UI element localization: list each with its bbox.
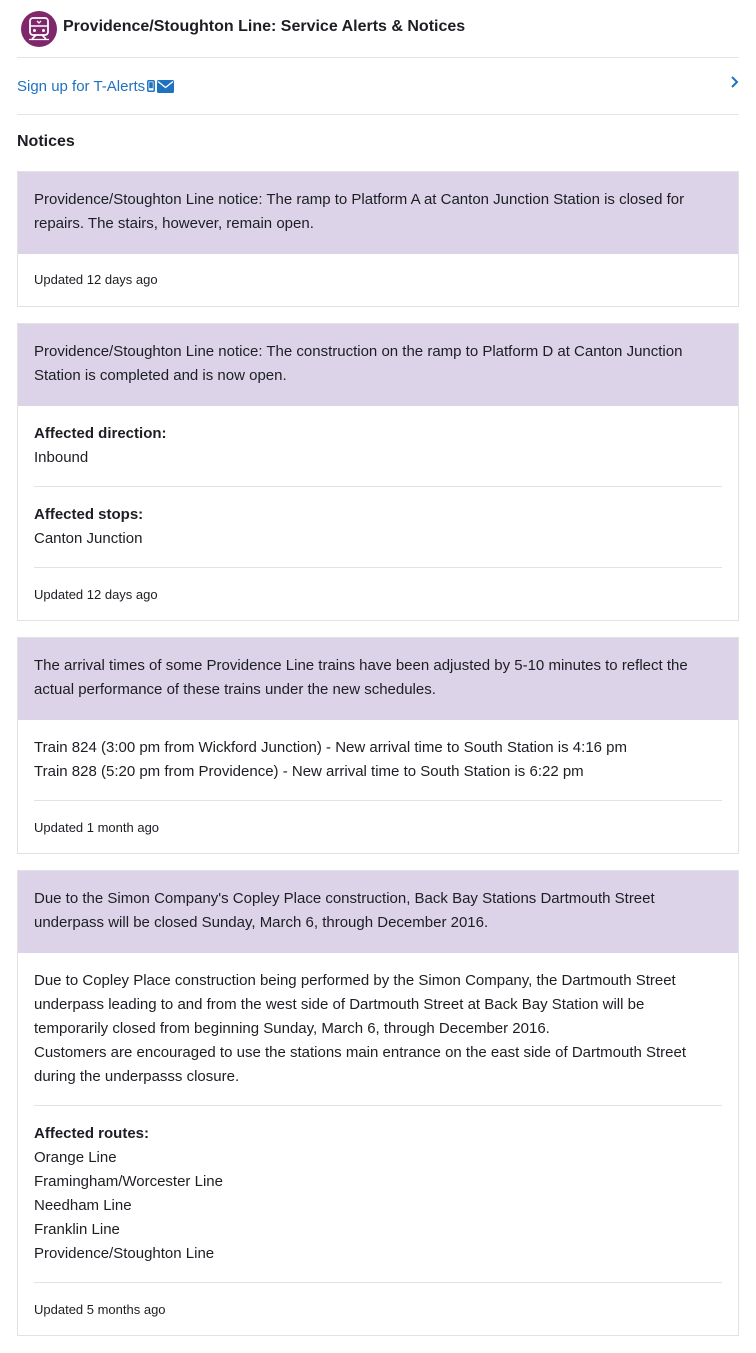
notice-header: Providence/Stoughton Line notice: The co… xyxy=(18,324,738,406)
notice-updated: Updated 1 month ago xyxy=(34,820,160,835)
alerts-card: Providence/Stoughton Line: Service Alert… xyxy=(0,0,756,1353)
affected-route: Providence/Stoughton Line xyxy=(34,1245,215,1262)
notice-header: The arrival times of some Providence Lin… xyxy=(18,638,738,720)
affected-routes-section: Affected routes: Orange Line Framingham/… xyxy=(34,1106,722,1283)
notice-item: Providence/Stoughton Line notice: The ra… xyxy=(17,171,739,307)
mobile-phone-icon xyxy=(147,80,156,92)
affected-stops-section: Affected stops: Canton Junction xyxy=(34,487,722,568)
affected-direction-value: Inbound xyxy=(34,449,89,466)
notice-description: Customers are encouraged to use the stat… xyxy=(34,1044,687,1085)
notice-updated: Updated 12 days ago xyxy=(34,272,158,287)
notice-item: Providence/Stoughton Line notice: The co… xyxy=(17,323,739,621)
notice-header: Providence/Stoughton Line notice: The ra… xyxy=(18,172,738,254)
notice-title: Providence/Stoughton Line notice: The co… xyxy=(34,343,683,384)
notice-updated: Updated 5 months ago xyxy=(34,1302,166,1317)
notice-details-section: Train 824 (3:00 pm from Wickford Junctio… xyxy=(34,720,722,801)
affected-route: Framingham/Worcester Line xyxy=(34,1173,223,1190)
affected-route: Needham Line xyxy=(34,1197,132,1214)
notice-detail-line: Train 824 (3:00 pm from Wickford Junctio… xyxy=(34,739,628,756)
notice-updated: Updated 12 days ago xyxy=(34,587,158,602)
notices-heading: Notices xyxy=(17,133,75,150)
notice-item: Due to the Simon Company's Copley Place … xyxy=(17,870,739,1336)
affected-route: Franklin Line xyxy=(34,1221,120,1238)
notice-description: Due to Copley Place construction being p… xyxy=(34,972,676,1037)
notice-title: The arrival times of some Providence Lin… xyxy=(34,657,688,698)
talerts-signup-link[interactable]: Sign up for T-Alerts xyxy=(17,58,739,115)
page-title: Providence/Stoughton Line: Service Alert… xyxy=(63,17,466,35)
affected-route: Orange Line xyxy=(34,1149,117,1166)
notice-title: Due to the Simon Company's Copley Place … xyxy=(34,890,655,931)
notice-header: Due to the Simon Company's Copley Place … xyxy=(18,871,738,953)
affected-routes-label: Affected routes: xyxy=(34,1125,150,1142)
chevron-right-icon xyxy=(730,75,739,94)
talerts-signup-label: Sign up for T-Alerts xyxy=(17,77,146,95)
affected-stops-label: Affected stops: xyxy=(34,506,144,523)
affected-direction-section: Affected direction: Inbound xyxy=(34,406,722,487)
affected-direction-label: Affected direction: xyxy=(34,425,167,442)
page-header: Providence/Stoughton Line: Service Alert… xyxy=(17,0,739,58)
affected-stops-value: Canton Junction xyxy=(34,530,143,547)
notice-description-section: Due to Copley Place construction being p… xyxy=(34,953,722,1106)
notice-title: Providence/Stoughton Line notice: The ra… xyxy=(34,191,685,232)
envelope-icon xyxy=(157,79,175,93)
commuter-rail-icon xyxy=(21,10,57,47)
notice-item: The arrival times of some Providence Lin… xyxy=(17,637,739,854)
notice-detail-line: Train 828 (5:20 pm from Providence) - Ne… xyxy=(34,763,584,780)
